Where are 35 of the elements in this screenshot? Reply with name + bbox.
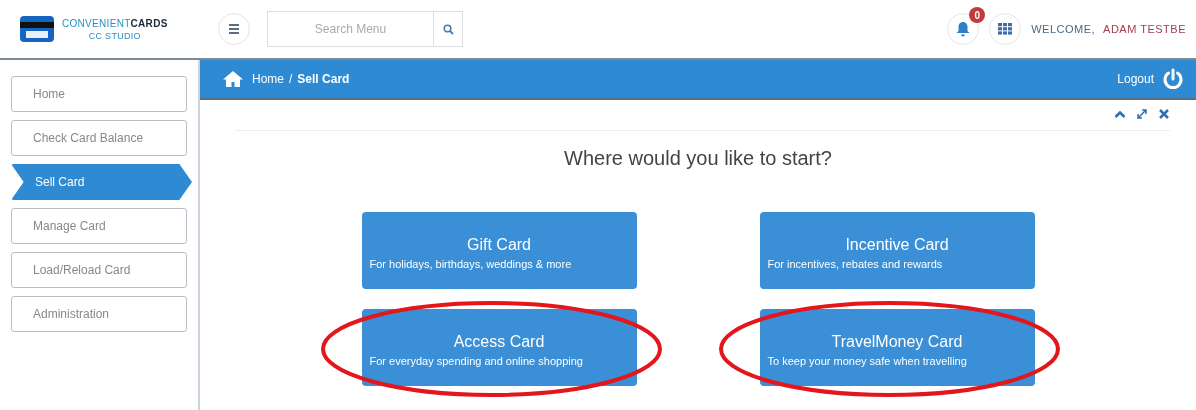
grid-icon [998,23,1013,35]
power-icon [1162,68,1184,90]
page-heading: Where would you like to start? [563,147,833,170]
card-option-button[interactable]: TravelMoney Card To keep your money safe when travelling [759,309,1035,386]
sidebar-item[interactable]: Manage Card [11,208,187,244]
apps-button[interactable] [989,13,1022,45]
menu-button[interactable] [218,13,250,45]
close-icon[interactable] [1158,108,1170,120]
logo-icon [18,13,56,45]
notifications-button[interactable] [947,13,980,45]
card-option-button[interactable]: Access Card For everyday spending and online shopping [361,309,637,386]
bell-icon [956,21,971,37]
search-icon [442,23,454,35]
breadcrumb-separator: / [289,72,293,86]
card-option-button[interactable]: Incentive Card For incentives, rebates and rewards [759,212,1035,289]
sidebar-item[interactable]: Home [11,76,187,112]
search-field[interactable]: Search Menu [267,11,433,47]
expand-icon[interactable] [1136,108,1148,120]
brand-name: CONVENIENTCARDS [62,17,168,29]
sidebar-item[interactable]: Administration [11,296,187,332]
search-button[interactable] [433,11,463,47]
sidebar-item[interactable]: Check Card Balance [11,120,187,156]
breadcrumb-link[interactable]: Sell Card [297,72,350,86]
user-name: ADAM TESTBE [1103,23,1186,35]
logout-button[interactable]: Logout [1117,68,1184,90]
sidebar-item[interactable]: Load/Reload Card [11,252,187,288]
sidebar-item[interactable]: Sell Card [11,164,192,200]
breadcrumb-link[interactable]: Home [252,72,284,86]
notification-count: 0 [969,7,986,23]
welcome-text: WELCOME, [1031,23,1096,35]
home-icon [222,70,244,88]
card-option-button[interactable]: Gift Card For holidays, birthdays, weddings & more [361,212,637,289]
menu-icon [228,24,240,34]
brand-subtitle: CC STUDIO [88,30,141,41]
collapse-icon[interactable] [1114,108,1126,120]
